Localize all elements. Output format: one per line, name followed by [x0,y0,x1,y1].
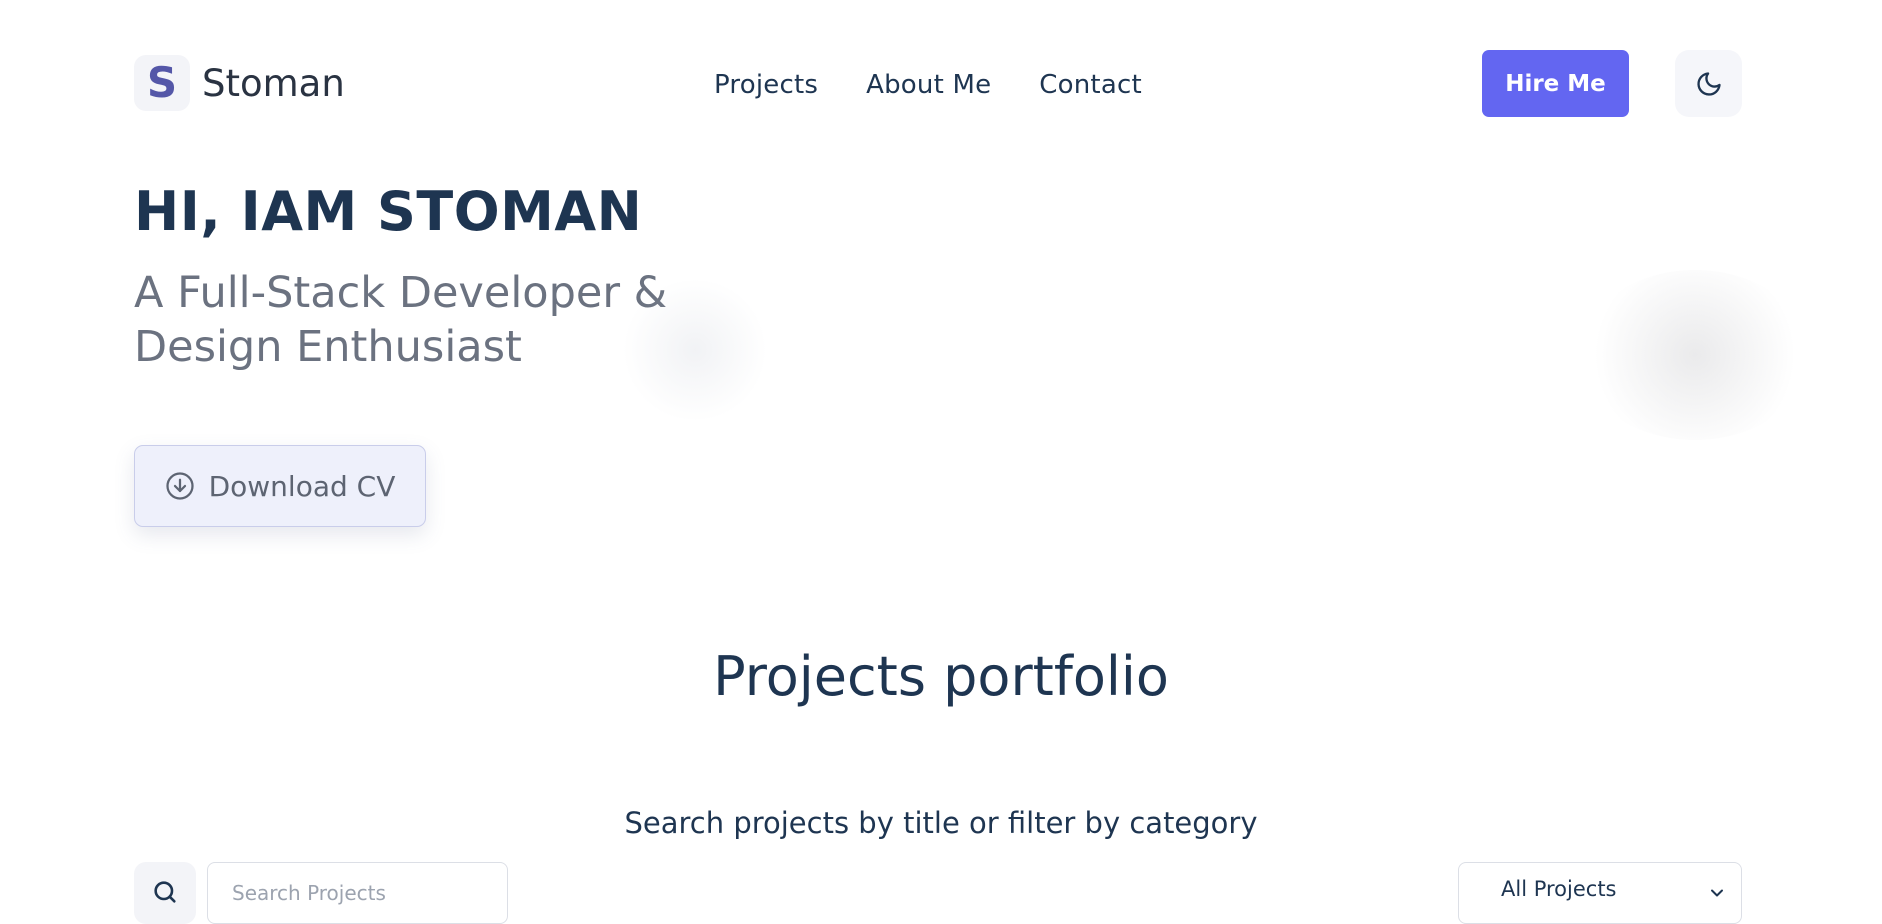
chevron-down-icon [1711,889,1723,897]
theme-toggle-button[interactable] [1675,50,1742,117]
nav-about-me[interactable]: About Me [866,70,991,100]
arrow-circle-down-icon [165,472,194,500]
decorative-blob [620,280,770,420]
svg-text:S: S [147,63,177,103]
hero-title: HI, IAM STOMAN [134,180,643,243]
hire-me-button[interactable]: Hire Me [1482,50,1629,117]
projects-section-title: Projects portfolio [713,645,1169,708]
hero-subtitle: A Full-Stack Developer & Design Enthusia… [134,268,668,372]
download-cv-label: Download CV [208,469,396,503]
search-input[interactable] [207,862,508,924]
nav-contact[interactable]: Contact [1039,70,1142,100]
category-filter-select[interactable]: All Projects [1458,862,1742,924]
logo-mark-icon: S [134,55,190,111]
search-button[interactable] [134,862,196,924]
filter-selected-value: All Projects [1501,877,1617,901]
projects-section-subtitle: Search projects by title or filter by ca… [624,806,1258,840]
logo[interactable]: S Stoman [134,55,345,111]
search-icon [154,881,176,903]
moon-icon [1696,71,1721,96]
site-header: S Stoman Projects About Me Contact Hire … [134,50,1742,120]
main-nav: Projects About Me Contact [714,70,1142,100]
decorative-blob [1580,270,1810,440]
brand-name: Stoman [202,61,345,105]
download-cv-button[interactable]: Download CV [134,445,426,527]
nav-projects[interactable]: Projects [714,70,818,100]
